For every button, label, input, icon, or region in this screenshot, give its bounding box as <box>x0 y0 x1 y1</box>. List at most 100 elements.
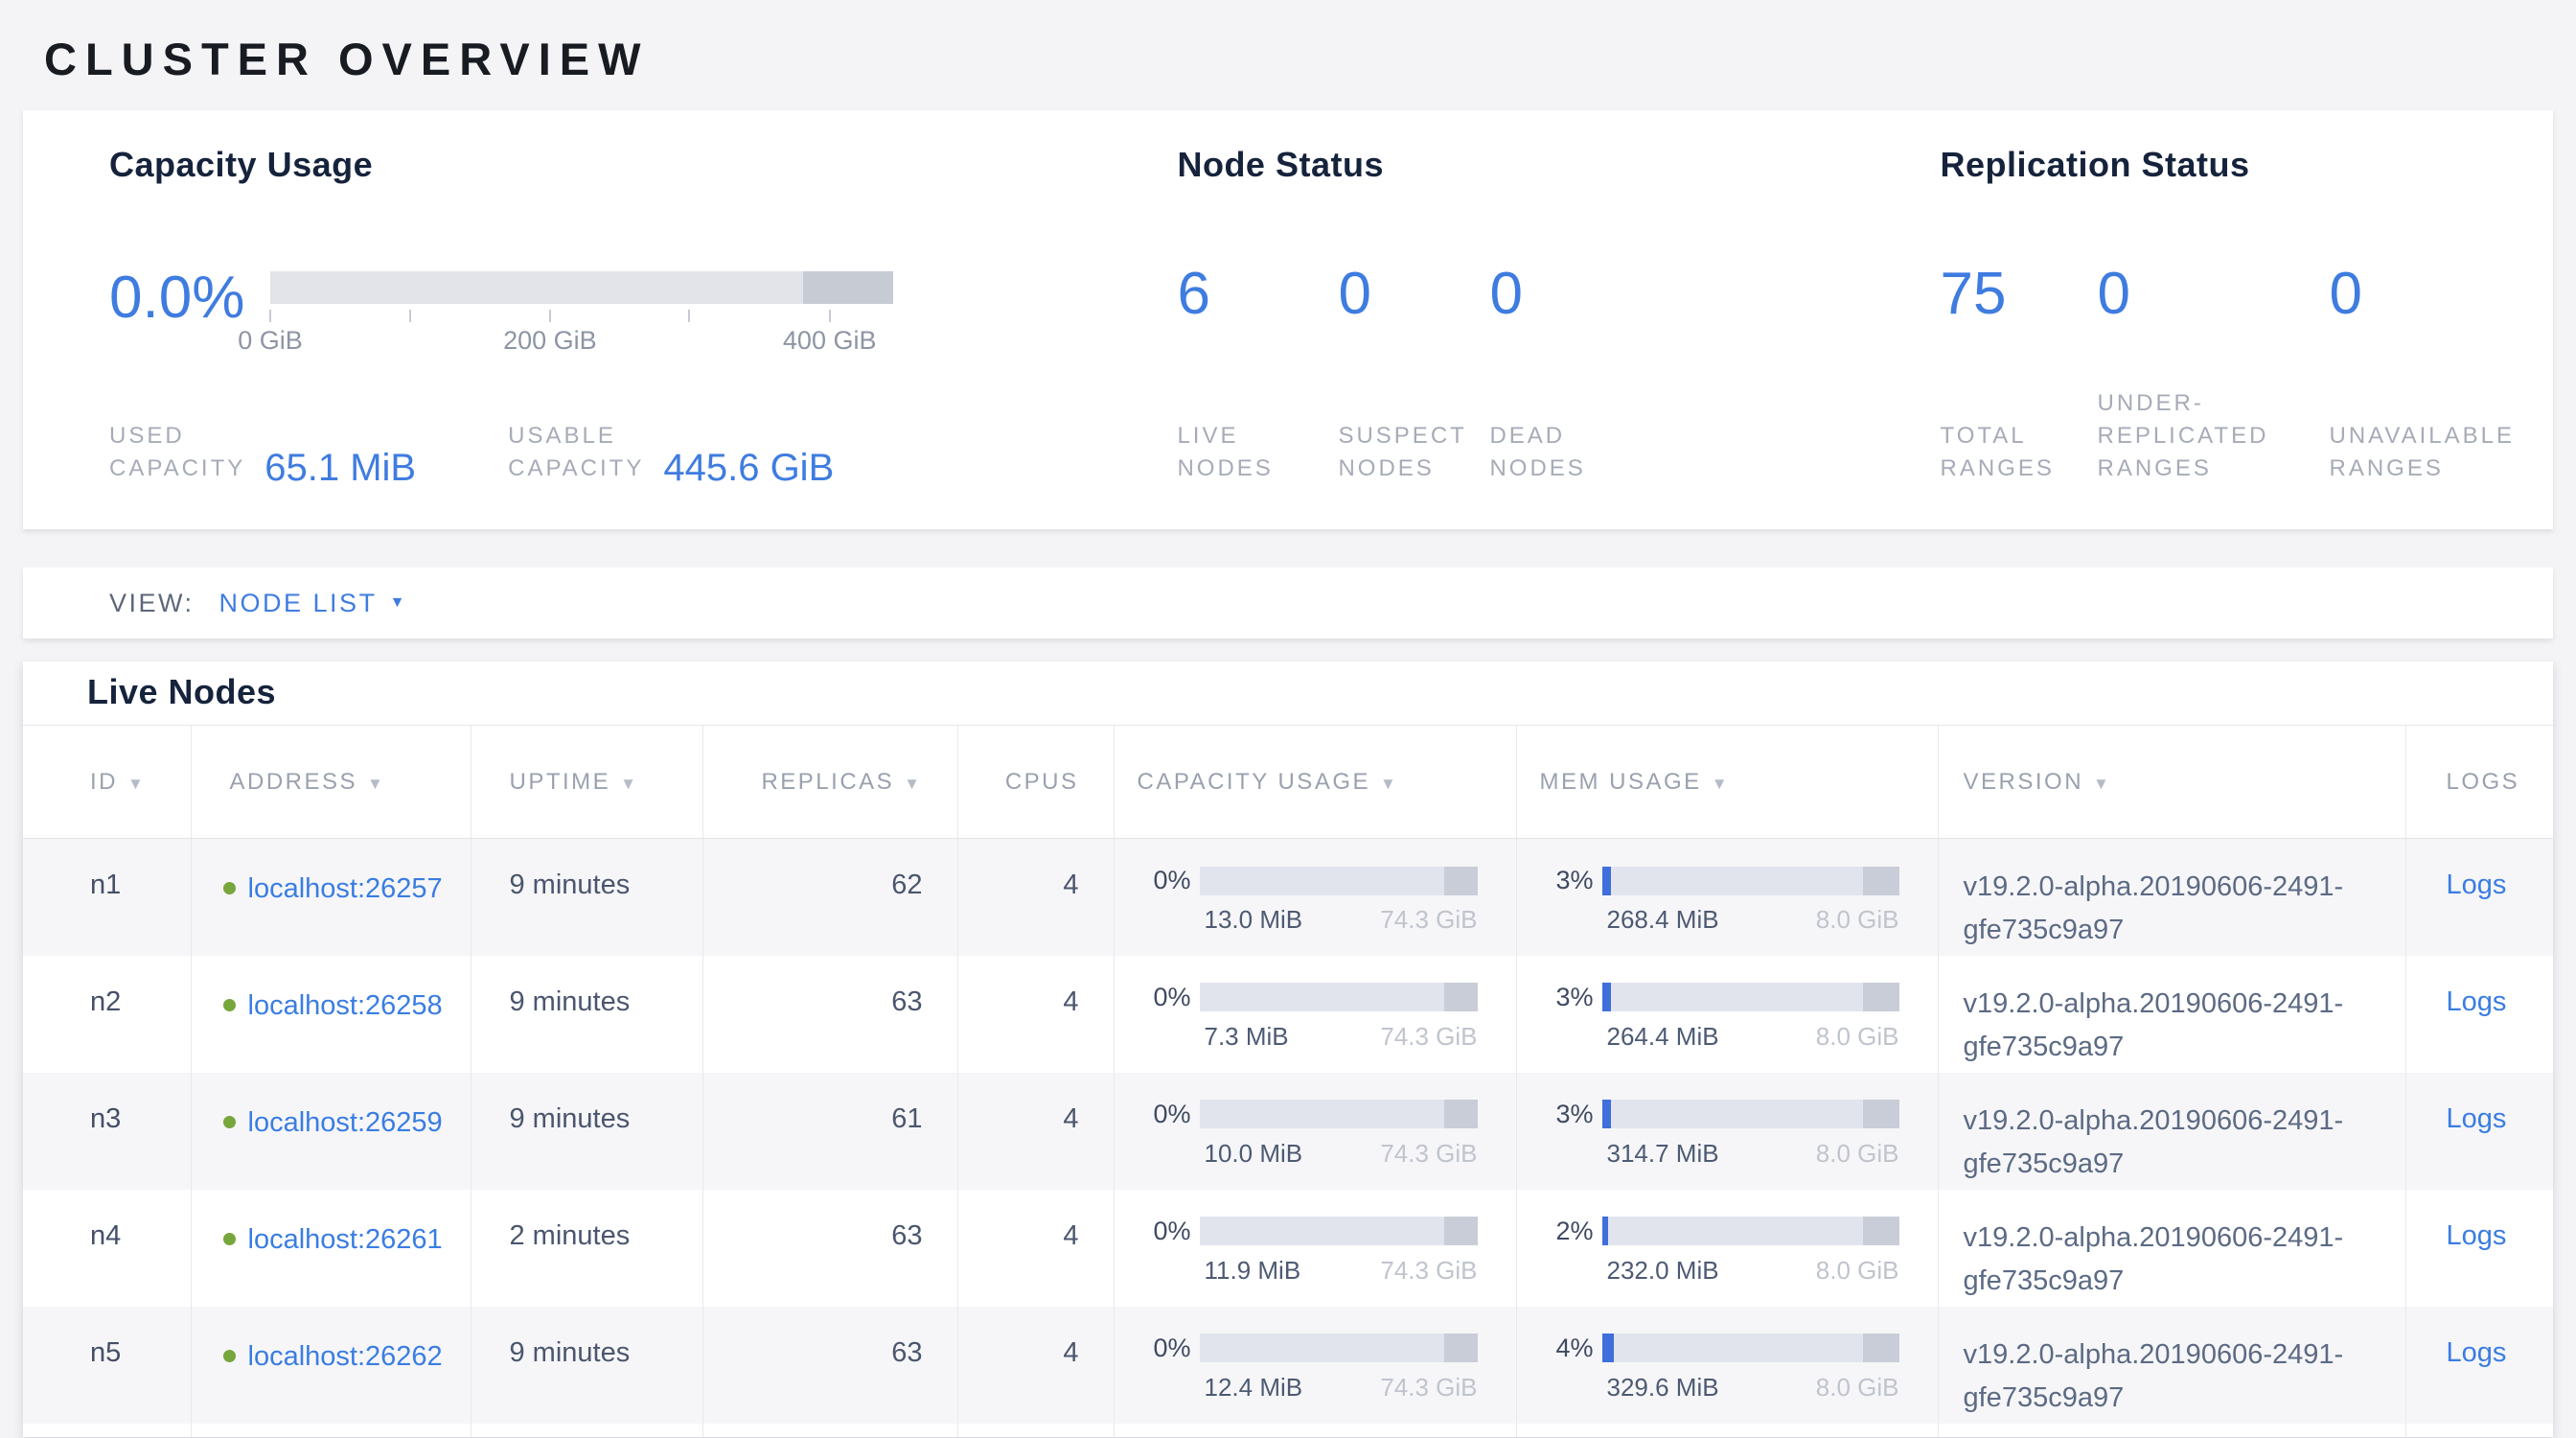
view-selector-value: NODE LIST <box>219 589 378 618</box>
node-status-heading: Node Status <box>1177 145 1940 185</box>
column-header-uptime[interactable]: UPTIME▼ <box>471 726 702 839</box>
node-id: n2 <box>23 956 191 1073</box>
node-address-link[interactable]: localhost:26257 <box>248 873 443 904</box>
summary-card: Capacity Usage 0.0% 0 GiB <box>23 110 2553 529</box>
total-ranges-stat: 75 TOTAL RANGES <box>1940 266 2097 485</box>
node-id: n5 <box>23 1307 191 1424</box>
replication-status-section: Replication Status 75 TOTAL RANGES 0 UND… <box>1940 145 2515 485</box>
column-header-id[interactable]: ID▼ <box>23 726 191 839</box>
table-header-row: ID▼ ADDRESS▼ UPTIME▼ REPLICAS▼ CPUS CAPA… <box>23 726 2553 839</box>
node-version: v19.2.0-alpha.20190606-2491-gfe735c9a97 <box>1938 839 2405 956</box>
mem-bar <box>1602 1217 1899 1245</box>
used-capacity-value: 65.1 MiB <box>264 451 416 485</box>
logs-link[interactable]: Logs <box>2447 1337 2507 1368</box>
node-cpus: 4 <box>957 956 1114 1073</box>
column-header-capacity-usage[interactable]: CAPACITY USAGE▼ <box>1114 726 1516 839</box>
capacity-percent: 0.0% <box>109 271 270 325</box>
logs-link[interactable]: Logs <box>2447 1220 2507 1251</box>
node-cpus: 4 <box>957 1073 1114 1190</box>
node-uptime: 9 minutes <box>471 956 702 1073</box>
capacity-usage-cell: 0% 13.0 MiB74.3 GiB <box>1114 839 1516 956</box>
cluster-overview-page: CLUSTER OVERVIEW Capacity Usage 0.0% <box>0 0 2576 1437</box>
live-nodes-heading: Live Nodes <box>23 661 2553 725</box>
node-version: v19.2.0-alpha.20190606-2491-gfe735c9a97 <box>1938 1073 2405 1190</box>
capacity-axis-ticks <box>270 310 893 323</box>
node-address-cell: localhost:26259 <box>191 1073 471 1190</box>
node-id: n3 <box>23 1073 191 1190</box>
node-address-cell: localhost:26261 <box>191 1190 471 1307</box>
node-address-link[interactable]: localhost:26261 <box>248 1224 443 1255</box>
node-replicas: 62 <box>702 839 957 956</box>
logs-link[interactable]: Logs <box>2447 870 2507 900</box>
live-nodes-card: Live Nodes ID▼ ADDRESS▼ UPTIME▼ REPLICAS… <box>23 661 2553 1437</box>
capacity-usage-cell: 0% 12.4 MiB74.3 GiB <box>1114 1307 1516 1424</box>
column-header-cpus: CPUS <box>957 726 1114 839</box>
node-cpus: 4 <box>957 1190 1114 1307</box>
column-header-logs: LOGS <box>2405 726 2553 839</box>
mem-bar <box>1602 983 1899 1011</box>
used-capacity-label: USED CAPACITY <box>109 420 245 485</box>
mem-usage-cell: 3% 268.4 MiB8.0 GiB <box>1516 839 1938 956</box>
table-row-n2: n2 localhost:26258 9 minutes 63 4 0% 7.3… <box>23 956 2553 1073</box>
mem-bar <box>1602 1334 1899 1362</box>
node-address-cell: localhost:26257 <box>191 839 471 956</box>
logs-link[interactable]: Logs <box>2447 986 2507 1017</box>
axis-label: 400 GiB <box>783 326 877 356</box>
sort-icon: ▼ <box>620 775 638 793</box>
logs-cell: Logs <box>2405 1190 2553 1307</box>
page-title: CLUSTER OVERVIEW <box>23 0 2553 110</box>
mem-usage-cell: 3% 264.4 MiB8.0 GiB <box>1516 956 1938 1073</box>
column-header-replicas[interactable]: REPLICAS▼ <box>702 726 957 839</box>
logs-cell: Logs <box>2405 839 2553 956</box>
table-row-n4: n4 localhost:26261 2 minutes 63 4 0% 11.… <box>23 1190 2553 1307</box>
sort-icon: ▼ <box>1380 775 1398 793</box>
node-address-link[interactable]: localhost:26262 <box>248 1341 443 1372</box>
column-header-mem-usage[interactable]: MEM USAGE▼ <box>1516 726 1938 839</box>
unavailable-ranges-stat: 0 UNAVAILABLE RANGES <box>2329 266 2515 485</box>
logs-cell: Logs <box>2405 1073 2553 1190</box>
sort-icon: ▼ <box>367 775 385 793</box>
dead-nodes-stat: 0 DEAD NODES <box>1489 266 1585 485</box>
capacity-gauge-bar <box>270 271 893 304</box>
column-header-version[interactable]: VERSION▼ <box>1938 726 2405 839</box>
replication-status-heading: Replication Status <box>1940 145 2515 185</box>
usable-capacity-label: USABLE CAPACITY <box>508 420 644 485</box>
dead-nodes-count: 0 <box>1489 266 1585 323</box>
view-label: VIEW: <box>109 589 195 618</box>
logs-cell: Logs <box>2405 1307 2553 1424</box>
node-replicas: 63 <box>702 1190 957 1307</box>
node-health-dot-icon <box>223 882 236 894</box>
capacity-bar <box>1200 1334 1478 1362</box>
node-address-cell: localhost:26262 <box>191 1307 471 1424</box>
mem-bar <box>1602 1100 1899 1128</box>
node-uptime: 9 minutes <box>471 1307 702 1424</box>
axis-label: 200 GiB <box>503 326 597 356</box>
axis-label: 0 GiB <box>238 326 303 356</box>
node-replicas: 63 <box>702 1307 957 1424</box>
node-cpus: 4 <box>957 839 1114 956</box>
capacity-bar <box>1200 1100 1478 1128</box>
node-replicas: 63 <box>702 956 957 1073</box>
suspect-nodes-count: 0 <box>1338 266 1489 323</box>
table-row-n1: n1 localhost:26257 9 minutes 62 4 0% 13.… <box>23 839 2553 956</box>
total-ranges-count: 75 <box>1940 266 2097 323</box>
sort-icon: ▼ <box>2093 775 2111 793</box>
node-address-link[interactable]: localhost:26259 <box>248 1107 443 1138</box>
used-capacity-stat: USED CAPACITY 65.1 MiB <box>109 420 416 485</box>
node-id: n4 <box>23 1190 191 1307</box>
column-header-address[interactable]: ADDRESS▼ <box>191 726 471 839</box>
mem-usage-cell: 2% 232.0 MiB8.0 GiB <box>1516 1190 1938 1307</box>
capacity-usage-cell: 0% 10.0 MiB74.3 GiB <box>1114 1073 1516 1190</box>
node-version: v19.2.0-alpha.20190606-2491-gfe735c9a97 <box>1938 956 2405 1073</box>
node-health-dot-icon <box>223 1350 236 1362</box>
node-address-link[interactable]: localhost:26258 <box>248 990 443 1021</box>
under-replicated-count: 0 <box>2097 266 2329 323</box>
capacity-usage-cell: 0% 7.3 MiB74.3 GiB <box>1114 956 1516 1073</box>
unavailable-ranges-count: 0 <box>2329 266 2515 323</box>
logs-link[interactable]: Logs <box>2447 1103 2507 1134</box>
node-health-dot-icon <box>223 1233 236 1245</box>
view-selector-dropdown[interactable]: NODE LIST ▼ <box>219 589 405 618</box>
live-nodes-table: ID▼ ADDRESS▼ UPTIME▼ REPLICAS▼ CPUS CAPA… <box>23 725 2553 1437</box>
sort-icon: ▼ <box>904 775 922 793</box>
capacity-usage-section: Capacity Usage 0.0% 0 GiB <box>109 145 1177 485</box>
